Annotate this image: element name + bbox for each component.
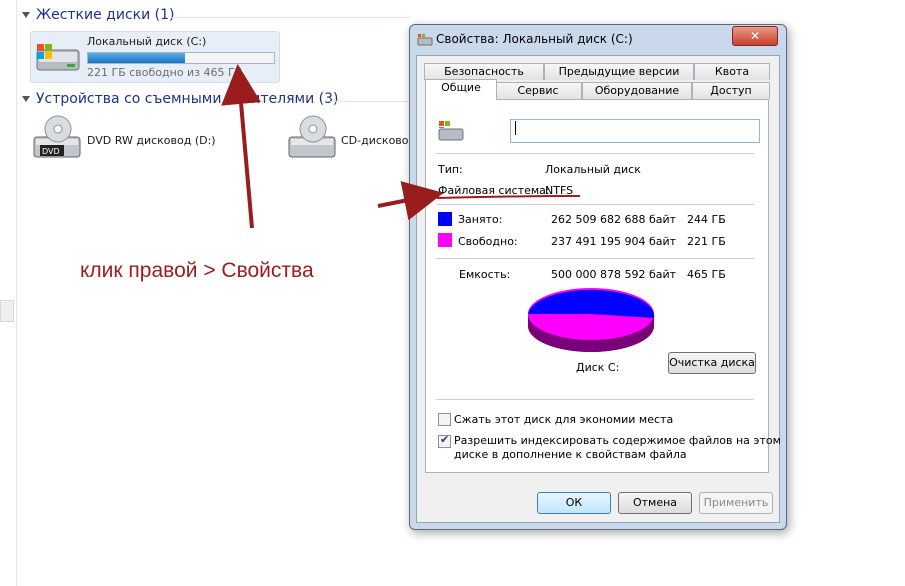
tab-general[interactable]: Общие: [425, 79, 497, 100]
annotation-arrow-up: [221, 64, 262, 229]
annotation-arrow-right: [377, 181, 444, 221]
annotation-underline: [436, 195, 581, 199]
